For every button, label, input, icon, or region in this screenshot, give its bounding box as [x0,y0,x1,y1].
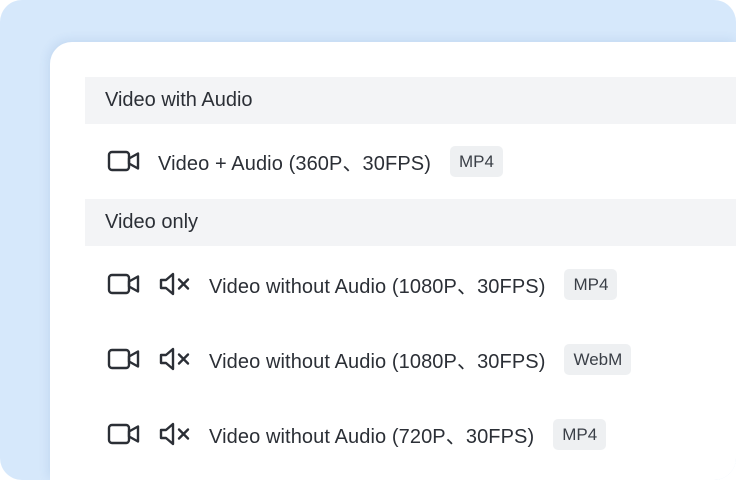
video-camera-icon [107,272,141,296]
speaker-muted-icon [158,271,192,297]
app-frame: Video with Audio Video + Audio (360P、30F… [0,0,736,480]
format-option-row[interactable]: Video without Audio (1080P、30FPS) MP4 [107,264,736,304]
video-camera-icon [107,149,141,173]
format-badge: MP4 [564,268,618,300]
format-option-label: Video without Audio (720P、30FPS) [209,425,535,448]
format-option-row[interactable]: Video without Audio (1080P、30FPS) WebM [107,339,736,379]
speaker-muted-icon [158,346,192,372]
format-list-card: Video with Audio Video + Audio (360P、30F… [50,42,736,480]
section-header-video-only: Video only [85,199,736,246]
format-option-label: Video without Audio (1080P、30FPS) [209,350,546,373]
format-badge: MP4 [449,145,503,177]
section-title: Video only [105,211,199,233]
video-camera-icon [107,422,141,446]
section-header-video-with-audio: Video with Audio [85,77,736,124]
format-option-row[interactable]: Video without Audio (720P、30FPS) MP4 [107,414,736,454]
format-option-label: Video + Audio (360P、30FPS) [158,152,431,175]
format-badge: WebM [564,343,632,375]
section-title: Video with Audio [105,89,253,111]
format-option-row[interactable]: Video + Audio (360P、30FPS) MP4 [107,141,736,181]
video-camera-icon [107,347,141,371]
format-option-label: Video without Audio (1080P、30FPS) [209,275,546,298]
format-badge: MP4 [553,418,607,450]
speaker-muted-icon [158,421,192,447]
